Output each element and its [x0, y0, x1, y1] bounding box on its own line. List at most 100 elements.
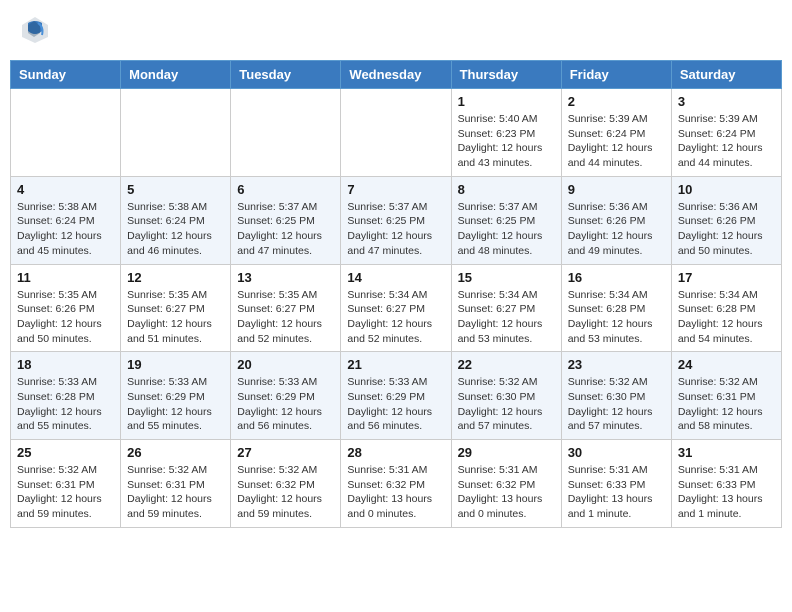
calendar-cell: 4 Sunrise: 5:38 AM Sunset: 6:24 PM Daylig…: [11, 176, 121, 264]
day-info: Sunrise: 5:31 AM Sunset: 6:32 PM Dayligh…: [347, 463, 444, 522]
calendar-cell: 16 Sunrise: 5:34 AM Sunset: 6:28 PM Dayli…: [561, 264, 671, 352]
day-info: Sunrise: 5:35 AM Sunset: 6:27 PM Dayligh…: [127, 288, 224, 347]
day-info: Sunrise: 5:32 AM Sunset: 6:31 PM Dayligh…: [17, 463, 114, 522]
day-info: Sunrise: 5:32 AM Sunset: 6:32 PM Dayligh…: [237, 463, 334, 522]
calendar-cell: 22 Sunrise: 5:32 AM Sunset: 6:30 PM Dayli…: [451, 352, 561, 440]
calendar-cell: 26 Sunrise: 5:32 AM Sunset: 6:31 PM Dayli…: [121, 440, 231, 528]
logo-icon: [20, 15, 50, 45]
calendar-week-2: 4 Sunrise: 5:38 AM Sunset: 6:24 PM Daylig…: [11, 176, 782, 264]
day-info: Sunrise: 5:37 AM Sunset: 6:25 PM Dayligh…: [347, 200, 444, 259]
day-info: Sunrise: 5:34 AM Sunset: 6:28 PM Dayligh…: [568, 288, 665, 347]
calendar-cell: 5 Sunrise: 5:38 AM Sunset: 6:24 PM Daylig…: [121, 176, 231, 264]
day-info: Sunrise: 5:33 AM Sunset: 6:29 PM Dayligh…: [237, 375, 334, 434]
calendar-header-row: SundayMondayTuesdayWednesdayThursdayFrid…: [11, 61, 782, 89]
calendar-cell: 23 Sunrise: 5:32 AM Sunset: 6:30 PM Dayli…: [561, 352, 671, 440]
day-number: 14: [347, 270, 444, 285]
calendar-week-1: 1 Sunrise: 5:40 AM Sunset: 6:23 PM Daylig…: [11, 89, 782, 177]
day-number: 19: [127, 357, 224, 372]
day-info: Sunrise: 5:35 AM Sunset: 6:27 PM Dayligh…: [237, 288, 334, 347]
weekday-header-tuesday: Tuesday: [231, 61, 341, 89]
day-info: Sunrise: 5:38 AM Sunset: 6:24 PM Dayligh…: [127, 200, 224, 259]
calendar: SundayMondayTuesdayWednesdayThursdayFrid…: [10, 60, 782, 528]
day-number: 21: [347, 357, 444, 372]
weekday-header-wednesday: Wednesday: [341, 61, 451, 89]
day-number: 12: [127, 270, 224, 285]
day-info: Sunrise: 5:32 AM Sunset: 6:31 PM Dayligh…: [678, 375, 775, 434]
day-number: 5: [127, 182, 224, 197]
day-number: 24: [678, 357, 775, 372]
day-number: 1: [458, 94, 555, 109]
day-number: 18: [17, 357, 114, 372]
calendar-cell: 25 Sunrise: 5:32 AM Sunset: 6:31 PM Dayli…: [11, 440, 121, 528]
day-info: Sunrise: 5:32 AM Sunset: 6:31 PM Dayligh…: [127, 463, 224, 522]
calendar-cell: 15Sunrise: 5:34 AM Sunset: 6:27 PM Dayli…: [451, 264, 561, 352]
day-info: Sunrise: 5:36 AM Sunset: 6:26 PM Dayligh…: [568, 200, 665, 259]
calendar-cell: [11, 89, 121, 177]
weekday-header-saturday: Saturday: [671, 61, 781, 89]
calendar-cell: 6 Sunrise: 5:37 AM Sunset: 6:25 PM Daylig…: [231, 176, 341, 264]
calendar-cell: 20Sunrise: 5:33 AM Sunset: 6:29 PM Dayli…: [231, 352, 341, 440]
day-number: 25: [17, 445, 114, 460]
calendar-cell: 9 Sunrise: 5:36 AM Sunset: 6:26 PM Daylig…: [561, 176, 671, 264]
day-number: 23: [568, 357, 665, 372]
day-number: 27: [237, 445, 334, 460]
calendar-cell: 30 Sunrise: 5:31 AM Sunset: 6:33 PM Dayli…: [561, 440, 671, 528]
day-info: Sunrise: 5:40 AM Sunset: 6:23 PM Dayligh…: [458, 112, 555, 171]
calendar-week-5: 25 Sunrise: 5:32 AM Sunset: 6:31 PM Dayli…: [11, 440, 782, 528]
day-number: 9: [568, 182, 665, 197]
day-info: Sunrise: 5:38 AM Sunset: 6:24 PM Dayligh…: [17, 200, 114, 259]
calendar-cell: 1 Sunrise: 5:40 AM Sunset: 6:23 PM Daylig…: [451, 89, 561, 177]
day-info: Sunrise: 5:32 AM Sunset: 6:30 PM Dayligh…: [458, 375, 555, 434]
day-info: Sunrise: 5:32 AM Sunset: 6:30 PM Dayligh…: [568, 375, 665, 434]
day-info: Sunrise: 5:36 AM Sunset: 6:26 PM Dayligh…: [678, 200, 775, 259]
day-info: Sunrise: 5:31 AM Sunset: 6:33 PM Dayligh…: [678, 463, 775, 522]
day-number: 29: [458, 445, 555, 460]
calendar-cell: 24 Sunrise: 5:32 AM Sunset: 6:31 PM Dayli…: [671, 352, 781, 440]
calendar-cell: 11Sunrise: 5:35 AM Sunset: 6:26 PM Dayli…: [11, 264, 121, 352]
day-number: 3: [678, 94, 775, 109]
day-info: Sunrise: 5:37 AM Sunset: 6:25 PM Dayligh…: [237, 200, 334, 259]
day-info: Sunrise: 5:39 AM Sunset: 6:24 PM Dayligh…: [568, 112, 665, 171]
day-info: Sunrise: 5:33 AM Sunset: 6:28 PM Dayligh…: [17, 375, 114, 434]
day-number: 17: [678, 270, 775, 285]
day-number: 7: [347, 182, 444, 197]
day-info: Sunrise: 5:34 AM Sunset: 6:27 PM Dayligh…: [347, 288, 444, 347]
day-number: 16: [568, 270, 665, 285]
logo: [20, 15, 54, 45]
calendar-cell: 31 Sunrise: 5:31 AM Sunset: 6:33 PM Dayli…: [671, 440, 781, 528]
day-number: 6: [237, 182, 334, 197]
calendar-cell: [341, 89, 451, 177]
calendar-cell: 10 Sunrise: 5:36 AM Sunset: 6:26 PM Dayli…: [671, 176, 781, 264]
calendar-cell: [121, 89, 231, 177]
day-number: 31: [678, 445, 775, 460]
weekday-header-sunday: Sunday: [11, 61, 121, 89]
calendar-cell: 8Sunrise: 5:37 AM Sunset: 6:25 PM Daylig…: [451, 176, 561, 264]
day-info: Sunrise: 5:33 AM Sunset: 6:29 PM Dayligh…: [127, 375, 224, 434]
day-info: Sunrise: 5:35 AM Sunset: 6:26 PM Dayligh…: [17, 288, 114, 347]
day-info: Sunrise: 5:33 AM Sunset: 6:29 PM Dayligh…: [347, 375, 444, 434]
day-info: Sunrise: 5:31 AM Sunset: 6:32 PM Dayligh…: [458, 463, 555, 522]
calendar-cell: 7 Sunrise: 5:37 AM Sunset: 6:25 PM Daylig…: [341, 176, 451, 264]
calendar-cell: 28 Sunrise: 5:31 AM Sunset: 6:32 PM Dayli…: [341, 440, 451, 528]
calendar-week-3: 11Sunrise: 5:35 AM Sunset: 6:26 PM Dayli…: [11, 264, 782, 352]
day-info: Sunrise: 5:34 AM Sunset: 6:28 PM Dayligh…: [678, 288, 775, 347]
calendar-cell: 14 Sunrise: 5:34 AM Sunset: 6:27 PM Dayli…: [341, 264, 451, 352]
weekday-header-thursday: Thursday: [451, 61, 561, 89]
calendar-cell: 2Sunrise: 5:39 AM Sunset: 6:24 PM Daylig…: [561, 89, 671, 177]
day-number: 4: [17, 182, 114, 197]
weekday-header-friday: Friday: [561, 61, 671, 89]
calendar-week-4: 18 Sunrise: 5:33 AM Sunset: 6:28 PM Dayli…: [11, 352, 782, 440]
day-info: Sunrise: 5:31 AM Sunset: 6:33 PM Dayligh…: [568, 463, 665, 522]
page-header: [10, 10, 782, 50]
calendar-cell: 19 Sunrise: 5:33 AM Sunset: 6:29 PM Dayli…: [121, 352, 231, 440]
day-number: 30: [568, 445, 665, 460]
day-number: 10: [678, 182, 775, 197]
weekday-header-monday: Monday: [121, 61, 231, 89]
calendar-cell: 3Sunrise: 5:39 AM Sunset: 6:24 PM Daylig…: [671, 89, 781, 177]
calendar-cell: 18 Sunrise: 5:33 AM Sunset: 6:28 PM Dayli…: [11, 352, 121, 440]
day-number: 13: [237, 270, 334, 285]
day-number: 28: [347, 445, 444, 460]
calendar-cell: 21 Sunrise: 5:33 AM Sunset: 6:29 PM Dayli…: [341, 352, 451, 440]
day-number: 26: [127, 445, 224, 460]
day-number: 22: [458, 357, 555, 372]
